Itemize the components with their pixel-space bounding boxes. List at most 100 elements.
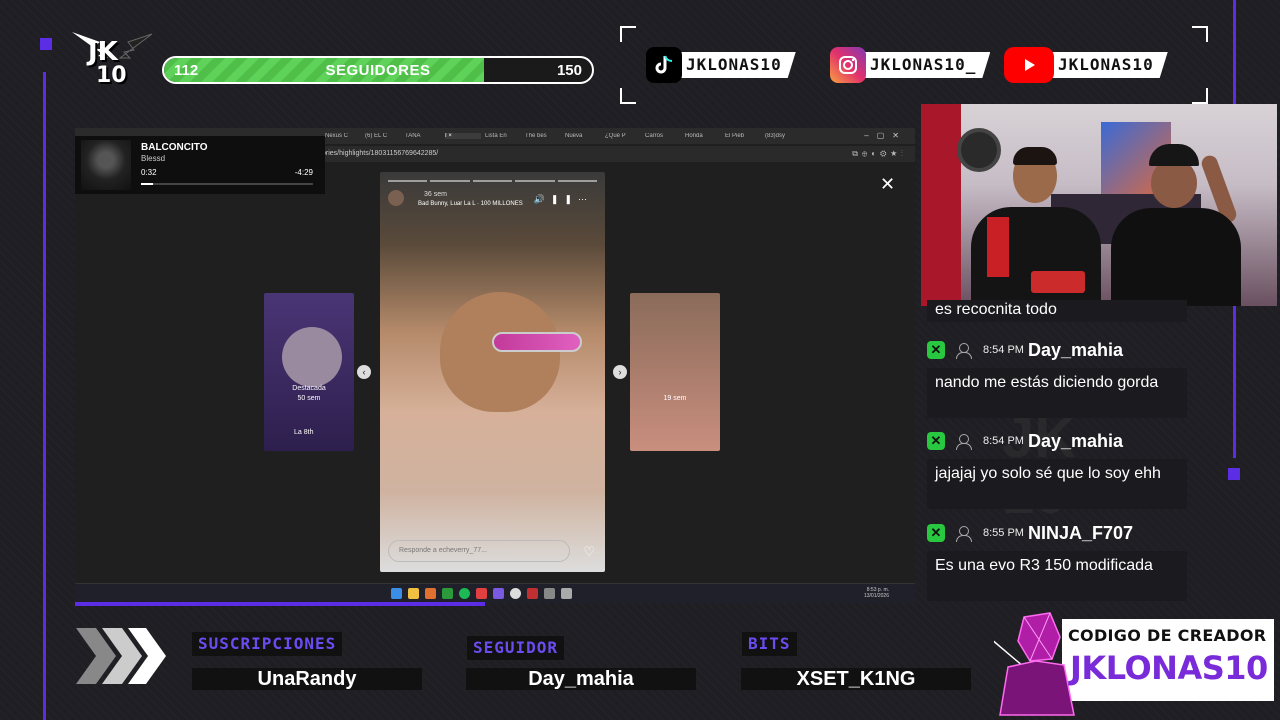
xbox-icon[interactable] — [442, 588, 453, 599]
window-controls[interactable]: –▢✕ — [864, 131, 907, 140]
brave-icon[interactable] — [476, 588, 487, 599]
app-icon[interactable] — [425, 588, 436, 599]
follower-value: Day_mahia — [466, 668, 696, 690]
close-icon[interactable]: ✕ — [880, 174, 895, 195]
logo-text: JK 10 — [88, 39, 127, 88]
song-elapsed: 0:32 — [141, 168, 157, 177]
highlight-label: Destacada — [292, 385, 326, 392]
chat-message-text: nando me estás diciendo gorda — [927, 368, 1187, 418]
album-art — [81, 140, 131, 190]
chat-time: 8:54 PM — [983, 435, 1024, 447]
browser-tab[interactable]: (6) EL C — [365, 133, 401, 139]
song-remaining: -4:29 — [294, 168, 313, 177]
accent-square — [1228, 468, 1240, 480]
browser-tab[interactable]: The bes — [525, 133, 561, 139]
story-photo-glasses — [492, 332, 582, 352]
chat-message-text: Es una evo R3 150 modificada — [927, 551, 1187, 601]
toolbar-icons[interactable]: ⧉⊕◐⚙★⋮ — [852, 149, 907, 159]
frame-corner — [620, 26, 636, 42]
scene-accent-bar — [75, 602, 485, 606]
song-progress-track — [141, 183, 313, 185]
frame-corner — [620, 88, 636, 104]
story-time: 36 sem — [424, 191, 447, 198]
social-tiktok: JKLONAS10 — [646, 47, 796, 83]
story-controls[interactable]: 🔊❚❚⋯ — [534, 194, 593, 205]
chat-username[interactable]: Day_mahia — [1028, 431, 1123, 452]
heart-icon[interactable]: ♡ — [583, 544, 595, 560]
folder-icon[interactable] — [408, 588, 419, 599]
browser-tab[interactable]: ¿Qué P — [605, 133, 641, 139]
prev-story-preview[interactable]: Destacada 50 sem La 8th — [264, 293, 354, 451]
browser-tab[interactable]: TANA — [405, 133, 441, 139]
accent-square — [40, 38, 52, 50]
subs-value: UnaRandy — [192, 668, 422, 690]
app-icon[interactable] — [527, 588, 538, 599]
xbox-badge-icon: ✕ — [927, 341, 945, 359]
social-instagram: JKLONAS10_ — [830, 47, 990, 83]
browser-tab[interactable]: Carros — [645, 133, 681, 139]
chat-username[interactable]: NINJA_F707 — [1028, 523, 1133, 544]
spotify-icon[interactable] — [459, 588, 470, 599]
taskbar-icons — [391, 588, 572, 599]
tiktok-handle: JKLONAS10 — [678, 52, 796, 78]
chevrons-icon — [76, 628, 166, 684]
story-song[interactable]: Bad Bunny, Luar La L · 100 MILLONES — [418, 201, 523, 207]
browser-capture: Nexus C (6) EL C TANA I × Lista En The b… — [75, 128, 915, 603]
song-progress-fill — [141, 183, 153, 185]
prev-story-button[interactable]: ‹ — [357, 365, 371, 379]
song-artist: Blessd — [141, 154, 166, 163]
highlight-user: La 8th — [294, 429, 314, 436]
logo-line-2: 10 — [96, 63, 127, 88]
story-avatar[interactable] — [388, 190, 404, 206]
user-icon — [955, 433, 972, 450]
next-story-preview[interactable]: 19 sem — [630, 293, 720, 451]
chat-time: 8:54 PM — [983, 344, 1024, 356]
discord-icon[interactable] — [493, 588, 504, 599]
follower-label: SEGUIDOR — [467, 636, 565, 660]
browser-tab[interactable]: Nueva — [565, 133, 601, 139]
chat-message-text: jajajaj yo solo sé que lo soy ehh — [927, 459, 1187, 509]
highlight-cover — [282, 327, 342, 387]
browser-tab[interactable]: El Pieb — [725, 133, 761, 139]
browser-tab[interactable]: (83)dsy — [765, 133, 801, 139]
follower-goal-bar: 112 SEGUIDORES 150 — [162, 56, 594, 84]
goal-target: 150 — [556, 62, 582, 79]
xbox-badge-icon: ✕ — [927, 524, 945, 542]
chat-username[interactable]: Day_mahia — [1028, 340, 1123, 361]
webcam-feed — [921, 104, 1277, 306]
chat-message-header: ✕ 8:54 PM Day_mahia — [927, 426, 1123, 456]
browser-tab[interactable]: Honda — [685, 133, 721, 139]
windows-taskbar: 8:53 p. m. 13/01/2026 — [75, 583, 915, 603]
taskbar-clock[interactable]: 8:53 p. m. 13/01/2026 — [864, 587, 889, 599]
subs-label: SUSCRIPCIONES — [192, 632, 343, 656]
browser-tab[interactable]: Nexus C — [325, 133, 361, 139]
song-title: BALCONCITO — [141, 142, 208, 153]
streamer-left — [971, 147, 1101, 306]
story-progress-bars — [388, 180, 598, 182]
user-icon — [955, 525, 972, 542]
chat-time: 8:55 PM — [983, 527, 1024, 539]
browser-tab-active[interactable]: I × — [445, 133, 481, 139]
next-story-button[interactable]: › — [613, 365, 627, 379]
windows-icon[interactable] — [391, 588, 402, 599]
obs-icon[interactable] — [510, 588, 521, 599]
instagram-icon — [830, 47, 866, 83]
bits-value: XSET_K1NG — [741, 668, 971, 690]
social-youtube: JKLONAS10 — [1004, 47, 1168, 83]
story-reply-input[interactable]: Responde a echeverry_77... — [388, 540, 570, 562]
youtube-icon — [1004, 47, 1054, 83]
clock-date: 13/01/2026 — [863, 593, 889, 599]
story-viewer: 36 sem Bad Bunny, Luar La L · 100 MILLON… — [380, 172, 605, 572]
now-playing-widget: BALCONCITO Blessd 0:32 -4:29 — [75, 136, 325, 194]
app-icon[interactable] — [544, 588, 555, 599]
chat-message-header: ✕ 8:54 PM Day_mahia — [927, 335, 1123, 365]
creator-code-title: CODIGO DE CREADOR — [1068, 626, 1267, 645]
app-icon[interactable] — [561, 588, 572, 599]
xbox-badge-icon: ✕ — [927, 432, 945, 450]
webcam-curtain — [921, 104, 961, 306]
address-url[interactable]: …ories/highlights/18031156769642285/ — [315, 150, 438, 157]
chat-message-header: ✕ 8:55 PM NINJA_F707 — [927, 518, 1133, 548]
social-handles: JKLONAS10 JKLONAS10_ JKLONAS10 — [620, 26, 1208, 104]
browser-tab[interactable]: Lista En — [485, 133, 521, 139]
stream-overlay: JK 10 112 SEGUIDORES 150 JKLONAS10 JKLON… — [0, 0, 1280, 720]
